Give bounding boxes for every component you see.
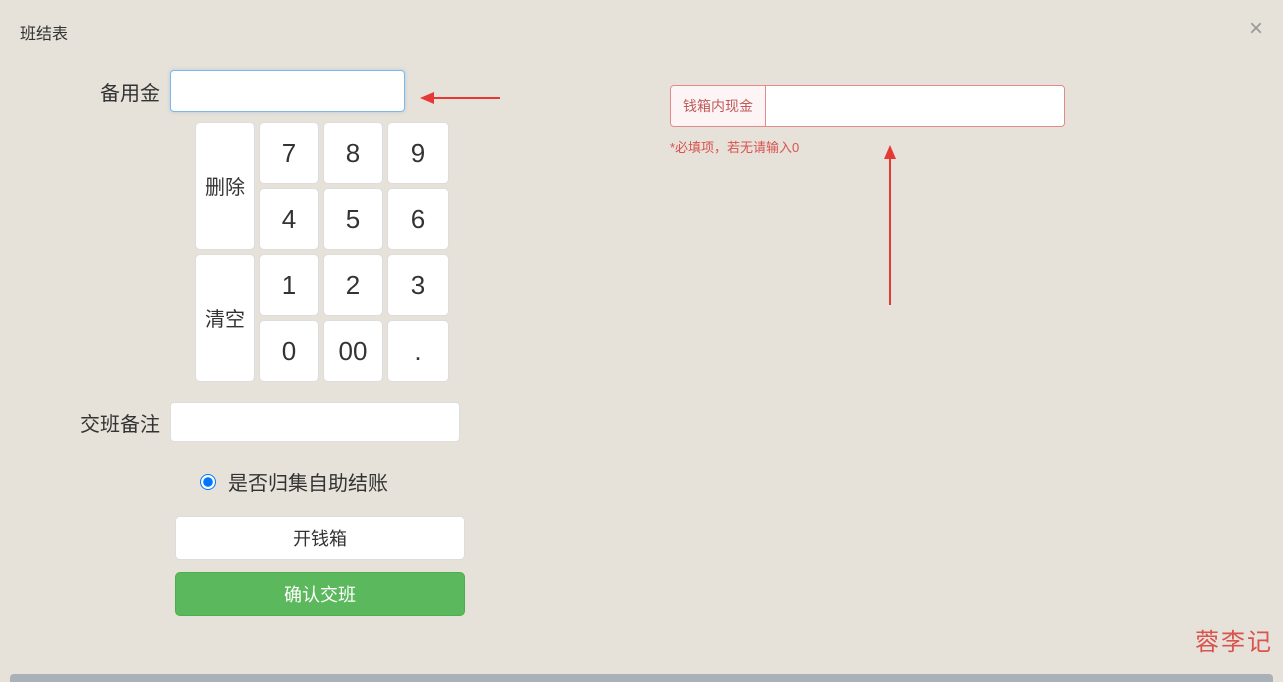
key-00[interactable]: 00	[323, 320, 383, 382]
key-3[interactable]: 3	[387, 254, 449, 316]
dialog-title: 班结表	[20, 20, 68, 44]
cashbox-hint: *必填项，若无请输入0	[670, 137, 1065, 156]
self-checkout-label: 是否归集自助结账	[228, 467, 388, 496]
key-8[interactable]: 8	[323, 122, 383, 184]
button-row: 开钱箱 确认交班	[175, 516, 480, 616]
number-keypad: 7 8 9 删除 4 5 6 1 2 3 清空 0 00 .	[195, 122, 450, 382]
self-checkout-radio[interactable]	[200, 474, 216, 490]
self-checkout-row: 是否归集自助结账	[200, 467, 480, 496]
key-2[interactable]: 2	[323, 254, 383, 316]
open-drawer-button[interactable]: 开钱箱	[175, 516, 465, 560]
watermark: 蓉李记	[1195, 622, 1273, 657]
key-delete[interactable]: 删除	[195, 122, 255, 250]
remark-label: 交班备注	[60, 408, 170, 437]
key-7[interactable]: 7	[259, 122, 319, 184]
confirm-shift-button[interactable]: 确认交班	[175, 572, 465, 616]
cashbox-input[interactable]	[766, 86, 1064, 126]
left-panel: 备用金 7 8 9 删除 4 5 6 1 2 3 清空 0 00 . 交班备注 …	[60, 70, 480, 628]
arrow-left-icon	[420, 88, 500, 108]
cashbox-field: 钱箱内现金	[670, 85, 1065, 127]
key-9[interactable]: 9	[387, 122, 449, 184]
key-dot[interactable]: .	[387, 320, 449, 382]
key-0[interactable]: 0	[259, 320, 319, 382]
close-icon[interactable]: ×	[1249, 15, 1263, 43]
right-panel: 钱箱内现金 *必填项，若无请输入0	[670, 85, 1065, 156]
key-5[interactable]: 5	[323, 188, 383, 250]
key-4[interactable]: 4	[259, 188, 319, 250]
arrow-up-icon	[880, 145, 900, 305]
remark-input[interactable]	[170, 402, 460, 442]
reserve-fund-row: 备用金	[60, 70, 480, 112]
cashbox-label: 钱箱内现金	[671, 86, 766, 126]
key-6[interactable]: 6	[387, 188, 449, 250]
remark-row: 交班备注	[60, 402, 480, 442]
key-clear[interactable]: 清空	[195, 254, 255, 382]
reserve-fund-input[interactable]	[170, 70, 405, 112]
key-1[interactable]: 1	[259, 254, 319, 316]
reserve-fund-label: 备用金	[60, 77, 170, 106]
bottom-bar	[10, 674, 1273, 682]
